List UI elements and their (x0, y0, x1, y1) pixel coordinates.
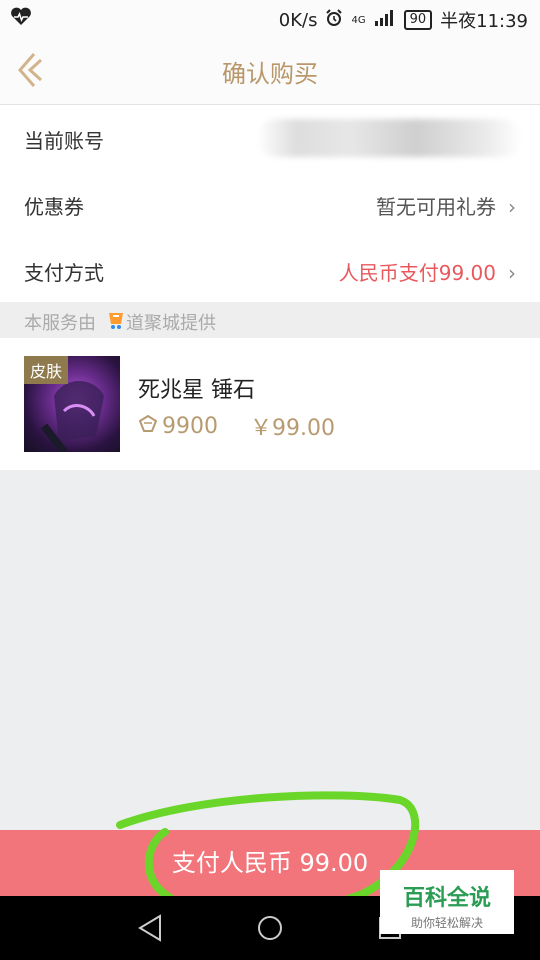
watermark-title: 百科全说 (402, 886, 491, 911)
network-speed: 0K/s (278, 9, 318, 31)
account-label: 当前账号 (24, 129, 104, 153)
coupon-label: 优惠券 (24, 195, 84, 219)
account-row: 当前账号 (0, 105, 540, 171)
nav-home-icon[interactable] (258, 916, 282, 940)
signal-icon (374, 9, 396, 32)
network-label: 4G (351, 14, 366, 26)
provider-info: 本服务由 道聚城提供 (0, 302, 540, 338)
order-info: 当前账号 优惠券 暂无可用礼券 › 支付方式 人民币支付99.00 › (0, 105, 540, 303)
header: 确认购买 (0, 36, 540, 105)
product-tag: 皮肤 (24, 356, 69, 384)
alarm-icon (325, 8, 343, 32)
payment-label: 支付方式 (24, 261, 104, 285)
heart-rate-icon (10, 7, 32, 32)
nav-back-icon[interactable] (138, 914, 161, 942)
product-image: 皮肤 (24, 356, 120, 452)
rmb-price: ￥99.00 (250, 416, 335, 441)
battery-icon: 90 (403, 10, 433, 30)
chevron-right-icon: › (508, 195, 516, 219)
price-row: 9900 ￥99.00 (138, 410, 335, 442)
product-card: 皮肤 死兆星 锤石 9900 ￥99.00 (0, 338, 540, 470)
page-title: 确认购买 (222, 60, 318, 88)
payment-value: 人民币支付99.00 (338, 261, 496, 285)
watermark-logo: 百科全说 助你轻松解决 (380, 870, 514, 934)
coupon-value: 暂无可用礼券 (376, 195, 496, 219)
daojucheng-logo-icon (106, 310, 126, 335)
provider-prefix: 本服务由 (24, 313, 96, 334)
chevron-right-icon: › (508, 261, 516, 285)
clock: 半夜11:39 (440, 11, 528, 32)
watermark-subtitle: 助你轻松解决 (410, 916, 483, 930)
product-name: 死兆星 锤石 (138, 378, 255, 403)
provider-suffix: 道聚城提供 (126, 313, 216, 334)
payment-method-row[interactable]: 支付方式 人民币支付99.00 › (0, 237, 540, 303)
status-bar: 0K/s 4G 90 半夜11:39 (0, 0, 540, 36)
coupon-price: 9900 (162, 413, 218, 439)
coupon-row[interactable]: 优惠券 暂无可用礼券 › (0, 171, 540, 237)
coupon-icon (138, 414, 158, 439)
blurred-account (257, 119, 522, 157)
